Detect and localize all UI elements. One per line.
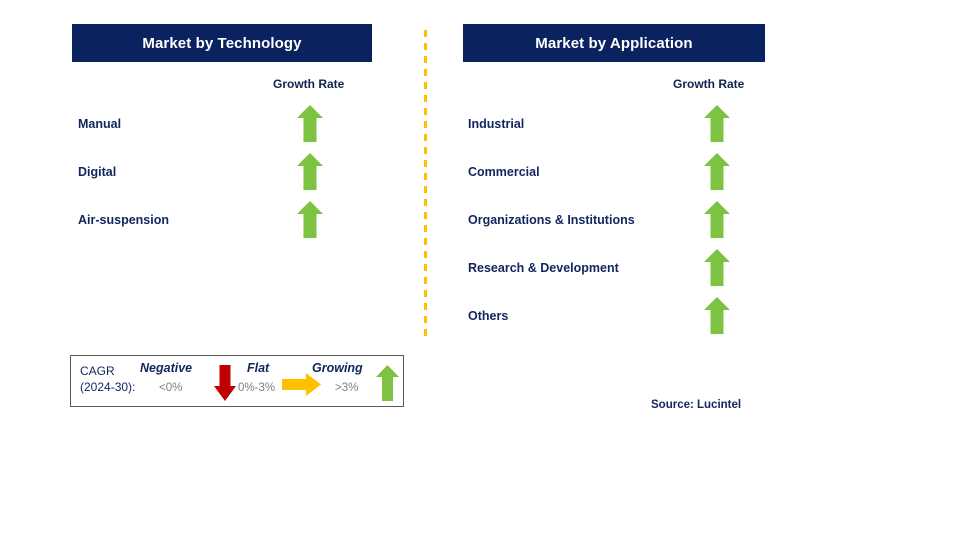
arrow-right-icon <box>282 373 321 396</box>
legend-range-negative: <0% <box>159 382 183 394</box>
panel-header-technology: Market by Technology <box>72 24 372 62</box>
legend-title-line1: CAGR <box>80 364 115 378</box>
source-note: Source: Lucintel <box>651 399 742 411</box>
segment-label-research-development: Research & Development <box>468 261 619 275</box>
segment-label-organizations-institutions: Organizations & Institutions <box>468 213 635 227</box>
legend-title-line2: (2024-30): <box>80 380 136 394</box>
growth-rate-column-header-technology: Growth Rate <box>273 77 345 91</box>
growth-rate-column-header-application: Growth Rate <box>673 77 745 91</box>
segment-row: Commercial <box>468 150 736 194</box>
slide-canvas: Market by Technology Growth Rate Manual … <box>0 0 960 540</box>
panel-header-application: Market by Application <box>463 24 765 62</box>
arrow-up-icon <box>704 249 730 286</box>
segment-label-manual: Manual <box>78 117 122 131</box>
arrow-down-icon <box>214 365 236 401</box>
arrow-up-icon <box>297 105 323 142</box>
segment-label-air-suspension: Air-suspension <box>78 213 169 227</box>
segment-label-digital: Digital <box>78 165 117 179</box>
cagr-legend: CAGR (2024-30): Negative <0% Flat 0%-3% … <box>70 355 404 407</box>
arrow-up-icon <box>297 153 323 190</box>
panel-title-technology: Market by Technology <box>142 34 302 52</box>
segment-row: Research & Development <box>468 246 736 290</box>
segment-row: Air-suspension <box>78 198 328 242</box>
legend-range-growing: >3% <box>335 382 359 394</box>
segment-row: Organizations & Institutions <box>468 198 736 242</box>
segment-row: Industrial <box>468 102 736 146</box>
segment-row: Manual <box>78 102 328 146</box>
arrow-up-icon <box>704 105 730 142</box>
segment-label-others: Others <box>468 309 509 323</box>
legend-range-flat: 0%-3% <box>238 382 276 394</box>
legend-term-flat: Flat <box>247 361 270 375</box>
arrow-up-icon <box>704 201 730 238</box>
arrow-up-icon <box>704 153 730 190</box>
arrow-up-icon <box>376 365 399 401</box>
segment-label-industrial: Industrial <box>468 117 525 131</box>
arrow-up-icon <box>704 297 730 334</box>
legend-term-negative: Negative <box>140 361 193 375</box>
panel-title-application: Market by Application <box>535 34 693 52</box>
segment-row: Others <box>468 294 736 338</box>
segment-label-commercial: Commercial <box>468 165 540 179</box>
segment-row: Digital <box>78 150 328 194</box>
arrow-up-icon <box>297 201 323 238</box>
legend-title: CAGR (2024-30): <box>80 363 135 395</box>
legend-term-growing: Growing <box>312 361 363 375</box>
column-divider <box>424 30 427 340</box>
